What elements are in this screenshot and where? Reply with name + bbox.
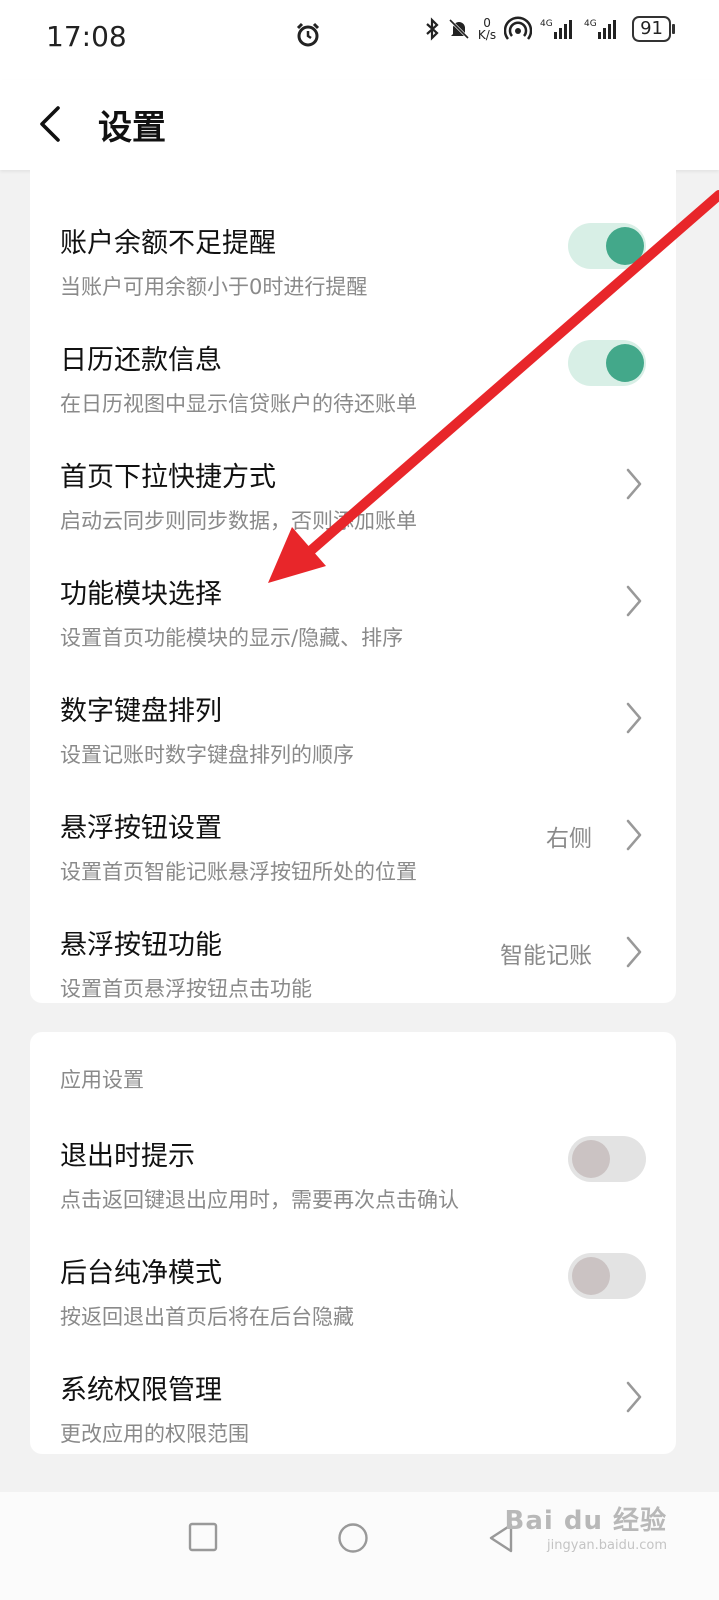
setting-subtitle: 点击返回键退出应用时，需要再次点击确认 (60, 1188, 459, 1212)
setting-subtitle: 设置首页功能模块的显示/隐藏、排序 (60, 626, 404, 650)
mute-bell-icon (448, 18, 469, 40)
setting-title: 悬浮按钮设置 (60, 813, 222, 844)
page-title: 设置 (98, 108, 166, 148)
setting-subtitle: 设置首页智能记账悬浮按钮所处的位置 (60, 860, 417, 884)
setting-row-exit-prompt[interactable]: 退出时提示 点击返回键退出应用时，需要再次点击确认 (30, 1104, 676, 1221)
setting-subtitle: 在日历视图中显示信贷账户的待还账单 (60, 392, 417, 416)
setting-row-pulldown-shortcut[interactable]: 首页下拉快捷方式 启动云同步则同步数据，否则添加账单 (30, 425, 676, 542)
setting-row-module-selection[interactable]: 功能模块选择 设置首页功能模块的显示/隐藏、排序 (30, 542, 676, 659)
status-time: 17:08 (46, 20, 127, 53)
settings-card-general: 账户余额不足提醒 当账户可用余额小于0时进行提醒 日历还款信息 在日历视图中显示… (30, 170, 676, 1003)
setting-value: 右侧 (546, 826, 592, 852)
setting-title: 系统权限管理 (60, 1375, 222, 1406)
bluetooth-icon (426, 17, 439, 41)
setting-row-balance-alert[interactable]: 账户余额不足提醒 当账户可用余额小于0时进行提醒 (30, 191, 676, 308)
chevron-left-icon[interactable] (36, 102, 66, 146)
setting-title: 悬浮按钮功能 (60, 930, 222, 961)
svg-text:4G: 4G (540, 19, 553, 29)
setting-row-calendar-repayment[interactable]: 日历还款信息 在日历视图中显示信贷账户的待还账单 (30, 308, 676, 425)
setting-title: 功能模块选择 (60, 579, 222, 610)
net-speed: 0 K/s (477, 16, 497, 42)
chevron-right-icon (626, 1381, 642, 1413)
setting-title: 日历还款信息 (60, 345, 222, 376)
toggle-knob (572, 1257, 610, 1295)
setting-value: 智能记账 (500, 943, 592, 969)
setting-title: 账户余额不足提醒 (60, 228, 276, 259)
setting-title: 后台纯净模式 (60, 1258, 222, 1289)
svg-text:4G: 4G (584, 19, 597, 29)
chevron-right-icon (626, 468, 642, 500)
section-label: 应用设置 (60, 1068, 144, 1092)
setting-subtitle: 设置记账时数字键盘排列的顺序 (60, 743, 354, 767)
setting-subtitle: 更改应用的权限范围 (60, 1422, 249, 1446)
signal-1-icon: 4G (540, 19, 573, 39)
baidu-watermark-url: jingyan.baidu.com (547, 1538, 667, 1553)
chevron-right-icon (626, 585, 642, 617)
setting-title: 退出时提示 (60, 1141, 195, 1172)
app-header: 设置 (0, 80, 719, 170)
setting-subtitle: 当账户可用余额小于0时进行提醒 (60, 275, 368, 299)
hotspot-icon (504, 16, 533, 40)
toggle-knob (572, 1140, 610, 1178)
setting-title: 首页下拉快捷方式 (60, 462, 276, 493)
toggle-knob (606, 344, 644, 382)
background-clean-mode-toggle[interactable] (568, 1253, 646, 1299)
setting-row-permission-management[interactable]: 系统权限管理 更改应用的权限范围 (30, 1338, 676, 1455)
calendar-repayment-toggle[interactable] (568, 340, 646, 386)
exit-prompt-toggle[interactable] (568, 1136, 646, 1182)
recent-apps-icon[interactable] (188, 1522, 218, 1552)
system-icons: 0 K/s 4G 4G 91 (424, 16, 675, 42)
setting-row-keypad-order[interactable]: 数字键盘排列 设置记账时数字键盘排列的顺序 (30, 659, 676, 776)
setting-title: 数字键盘排列 (60, 696, 222, 727)
home-icon[interactable] (337, 1522, 369, 1554)
chevron-right-icon (626, 702, 642, 734)
setting-subtitle: 按返回退出首页后将在后台隐藏 (60, 1305, 354, 1329)
baidu-watermark: Bai du 经验 (504, 1506, 667, 1536)
toggle-knob (606, 227, 644, 265)
setting-row-float-button-function[interactable]: 悬浮按钮功能 设置首页悬浮按钮点击功能 智能记账 (30, 893, 676, 1010)
chevron-right-icon (626, 819, 642, 851)
signal-2-icon: 4G (584, 19, 617, 39)
balance-alert-toggle[interactable] (568, 223, 646, 269)
setting-subtitle: 启动云同步则同步数据，否则添加账单 (60, 509, 417, 533)
battery-indicator: 91 (632, 16, 675, 42)
settings-card-app: 应用设置 退出时提示 点击返回键退出应用时，需要再次点击确认 后台纯净模式 按返… (30, 1032, 676, 1454)
alarm-icon (296, 22, 320, 47)
setting-subtitle: 设置首页悬浮按钮点击功能 (60, 977, 312, 1001)
setting-row-float-button-position[interactable]: 悬浮按钮设置 设置首页智能记账悬浮按钮所处的位置 右侧 (30, 776, 676, 893)
status-bar: 17:08 0 K/s 4G 4G 91 (0, 0, 719, 80)
chevron-right-icon (626, 936, 642, 968)
setting-row-background-clean-mode[interactable]: 后台纯净模式 按返回退出首页后将在后台隐藏 (30, 1221, 676, 1338)
